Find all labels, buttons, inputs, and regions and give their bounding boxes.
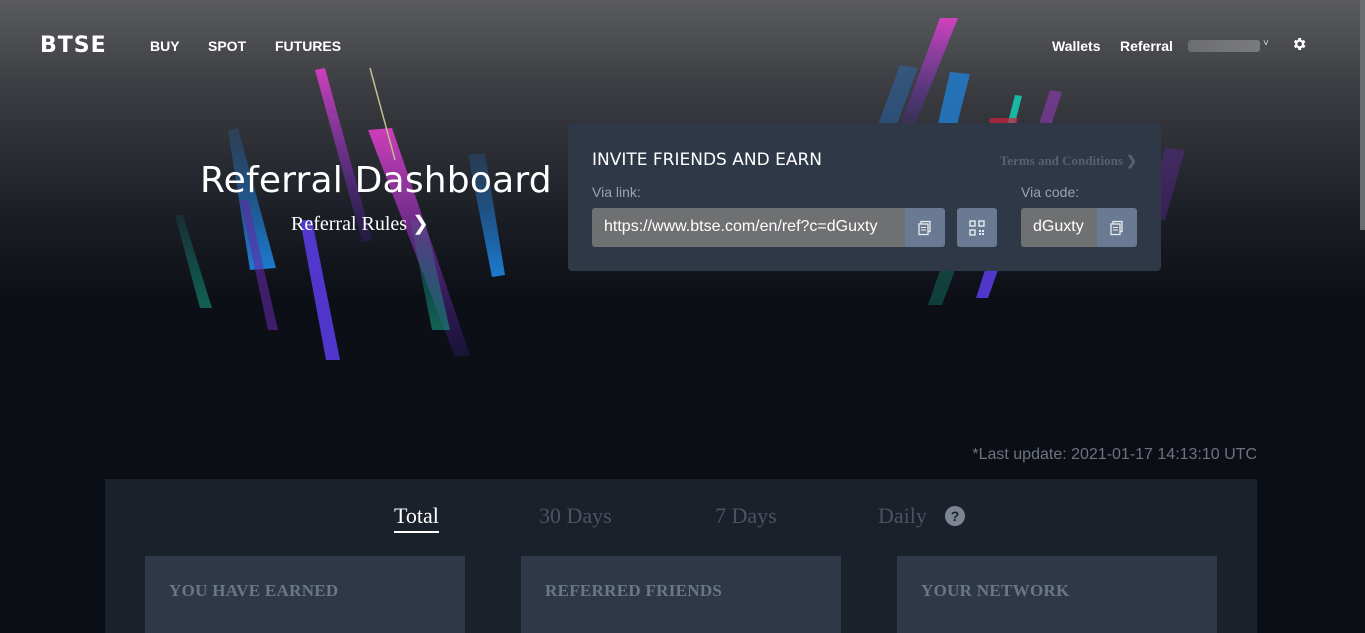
- via-code-label: Via code:: [1021, 184, 1080, 200]
- copy-icon: [1110, 220, 1123, 235]
- help-icon[interactable]: ?: [945, 506, 965, 526]
- card-title: REFERRED FRIENDS: [545, 581, 723, 600]
- page-scrollbar[interactable]: [1360, 0, 1365, 230]
- referral-code-field[interactable]: dGuxty: [1021, 208, 1097, 247]
- card-you-have-earned: YOU HAVE EARNED: [145, 556, 465, 633]
- nav-spot[interactable]: SPOT: [208, 38, 246, 54]
- btse-logo[interactable]: BTSE: [40, 33, 107, 58]
- user-account-menu[interactable]: [1188, 40, 1260, 52]
- last-update-timestamp: *Last update: 2021-01-17 14:13:10 UTC: [972, 446, 1257, 463]
- tab-total[interactable]: Total: [394, 503, 439, 533]
- top-nav: BTSE BUY SPOT FUTURES Wallets Referral ˅: [0, 0, 1365, 90]
- gear-icon[interactable]: [1291, 36, 1307, 52]
- nav-buy[interactable]: BUY: [150, 38, 180, 54]
- invite-title: INVITE FRIENDS AND EARN: [592, 150, 822, 170]
- terms-link[interactable]: Terms and Conditions ❯: [1000, 153, 1137, 169]
- card-title: YOU HAVE EARNED: [169, 581, 339, 600]
- page-title: Referral Dashboard: [200, 160, 552, 201]
- copy-icon: [918, 220, 931, 235]
- qr-code-button[interactable]: [957, 208, 997, 247]
- nav-referral[interactable]: Referral: [1120, 38, 1173, 54]
- card-title: YOUR NETWORK: [921, 581, 1070, 600]
- invite-card: INVITE FRIENDS AND EARN Terms and Condit…: [568, 123, 1161, 271]
- nav-wallets[interactable]: Wallets: [1052, 38, 1101, 54]
- copy-code-button[interactable]: [1097, 208, 1137, 247]
- tab-daily[interactable]: Daily: [878, 503, 927, 529]
- via-link-label: Via link:: [592, 184, 641, 200]
- referral-rules-link[interactable]: Referral Rules ❯: [291, 211, 429, 236]
- qr-code-icon: [969, 219, 985, 236]
- tab-30-days[interactable]: 30 Days: [539, 503, 612, 529]
- card-referred-friends: REFERRED FRIENDS: [521, 556, 841, 633]
- nav-futures[interactable]: FUTURES: [275, 38, 341, 54]
- tab-7-days[interactable]: 7 Days: [715, 503, 777, 529]
- chevron-down-icon[interactable]: ˅: [1263, 38, 1269, 49]
- card-your-network: YOUR NETWORK: [897, 556, 1217, 633]
- referral-link-field[interactable]: https://www.btse.com/en/ref?c=dGuxty: [592, 208, 905, 247]
- copy-link-button[interactable]: [905, 208, 945, 247]
- stats-panel: Total 30 Days 7 Days Daily ? YOU HAVE EA…: [105, 479, 1257, 633]
